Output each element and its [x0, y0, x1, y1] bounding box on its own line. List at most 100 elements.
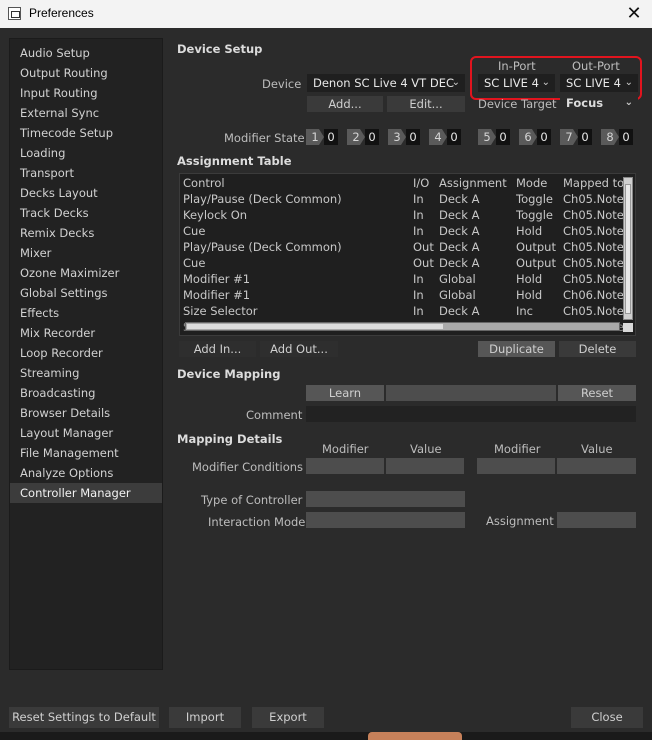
sidebar-item-decks-layout[interactable]: Decks Layout — [10, 183, 162, 203]
column-header-io[interactable]: I/O — [413, 175, 437, 191]
value-1-select[interactable] — [386, 458, 464, 474]
cell-assignment: Deck A — [439, 224, 480, 238]
cell-mode: Toggle — [516, 208, 553, 222]
device-dropdown[interactable]: Denon SC Live 4 VT DEC ⌄ — [307, 74, 465, 92]
type-of-controller-label: Type of Controller — [201, 493, 303, 507]
mapped-to-field[interactable] — [386, 385, 556, 401]
column-header-assignment[interactable]: Assignment — [439, 175, 514, 191]
modifier-header-2: Modifier — [494, 442, 541, 456]
horizontal-scrollbar[interactable] — [185, 322, 620, 331]
sidebar-item-loading[interactable]: Loading — [10, 143, 162, 163]
modifier-number: 2 — [347, 129, 365, 145]
sidebar-item-output-routing[interactable]: Output Routing — [10, 63, 162, 83]
sidebar-item-ozone-maximizer[interactable]: Ozone Maximizer — [10, 263, 162, 283]
interaction-mode-select[interactable] — [306, 512, 465, 528]
sidebar-item-global-settings[interactable]: Global Settings — [10, 283, 162, 303]
cell-mode: Output — [516, 256, 556, 270]
sidebar-item-remix-decks[interactable]: Remix Decks — [10, 223, 162, 243]
sidebar-item-mixer[interactable]: Mixer — [10, 243, 162, 263]
value-2-select[interactable] — [557, 458, 636, 474]
cell-io: In — [413, 304, 424, 318]
export-button[interactable]: Export — [252, 707, 324, 728]
modifier-2-select[interactable] — [477, 458, 555, 474]
window-icon — [8, 7, 21, 20]
sidebar-item-external-sync[interactable]: External Sync — [10, 103, 162, 123]
column-header-mapped-to[interactable]: Mapped to — [563, 175, 623, 191]
cell-mode: Hold — [516, 272, 543, 286]
chevron-down-icon: ⌄ — [624, 97, 633, 108]
sidebar-item-browser-details[interactable]: Browser Details — [10, 403, 162, 423]
sidebar-item-broadcasting[interactable]: Broadcasting — [10, 383, 162, 403]
import-button[interactable]: Import — [169, 707, 241, 728]
cell-control: Keylock On — [183, 208, 248, 222]
cell-control: Cue — [183, 256, 206, 270]
vertical-scrollbar[interactable] — [623, 177, 633, 320]
interaction-mode-label: Interaction Mode — [208, 515, 306, 529]
mapping-details-heading: Mapping Details — [177, 432, 283, 446]
assignment-table: Control I/O Assignment Mode Mapped to Play/Pa… — [179, 173, 636, 336]
sidebar-item-analyze-options[interactable]: Analyze Options — [10, 463, 162, 483]
edit-device-button[interactable]: Edit... — [387, 96, 465, 112]
type-of-controller-select[interactable] — [306, 491, 465, 507]
comment-field[interactable] — [306, 406, 636, 422]
cell-mode: Output — [516, 240, 556, 254]
modifier-value: 0 — [365, 129, 379, 145]
add-device-button[interactable]: Add... — [307, 96, 383, 112]
sidebar-item-streaming[interactable]: Streaming — [10, 363, 162, 383]
sidebar-item-input-routing[interactable]: Input Routing — [10, 83, 162, 103]
modifier-1-select[interactable] — [306, 458, 384, 474]
title-bar: Preferences ✕ — [0, 0, 652, 28]
value-header-2: Value — [581, 442, 613, 456]
modifier-number: 7 — [560, 129, 578, 145]
scrollbar-thumb[interactable] — [187, 324, 443, 329]
device-dropdown-value: Denon SC Live 4 VT DEC — [313, 76, 454, 90]
modifier-number: 1 — [306, 129, 324, 145]
close-icon[interactable]: ✕ — [616, 0, 652, 28]
learn-button[interactable]: Learn — [306, 385, 384, 401]
duplicate-button[interactable]: Duplicate — [478, 341, 555, 357]
cell-mapped-to: Ch05.Note — [563, 240, 623, 254]
cell-assignment: Global — [439, 288, 476, 302]
delete-button[interactable]: Delete — [559, 341, 636, 357]
cell-assignment: Deck A — [439, 256, 480, 270]
cell-mapped-to: Ch05.Note — [563, 272, 623, 286]
cell-io: In — [413, 288, 424, 302]
scrollbar-corner — [623, 323, 633, 332]
sidebar-item-file-management[interactable]: File Management — [10, 443, 162, 463]
background-strip — [0, 732, 652, 740]
cell-control: Size Selector — [183, 304, 258, 318]
sidebar-item-controller-manager[interactable]: Controller Manager — [10, 483, 162, 503]
reset-settings-button[interactable]: Reset Settings to Default — [9, 707, 159, 728]
sidebar-item-transport[interactable]: Transport — [10, 163, 162, 183]
reset-button[interactable]: Reset — [558, 385, 636, 401]
cell-control: Modifier #1 — [183, 288, 251, 302]
cell-mapped-to: Ch06.Note — [563, 288, 623, 302]
add-in-button[interactable]: Add In... — [179, 341, 256, 357]
cell-io: In — [413, 208, 424, 222]
background-decoration — [368, 732, 462, 740]
assignment-select[interactable] — [557, 512, 636, 528]
sidebar-item-timecode-setup[interactable]: Timecode Setup — [10, 123, 162, 143]
cell-io: Out — [413, 240, 434, 254]
modifier-value: 0 — [578, 129, 592, 145]
modifier-header-1: Modifier — [322, 442, 369, 456]
sidebar-item-loop-recorder[interactable]: Loop Recorder — [10, 343, 162, 363]
device-target-dropdown[interactable]: Focus ⌄ — [560, 94, 638, 112]
sidebar: Audio Setup Output Routing Input Routing Ex… — [9, 38, 163, 670]
device-setup-heading: Device Setup — [177, 42, 263, 56]
assignment-table-heading: Assignment Table — [177, 154, 292, 168]
column-header-mode[interactable]: Mode — [516, 175, 561, 191]
sidebar-item-effects[interactable]: Effects — [10, 303, 162, 323]
sidebar-item-layout-manager[interactable]: Layout Manager — [10, 423, 162, 443]
column-header-control[interactable]: Control — [183, 175, 411, 191]
sidebar-item-track-decks[interactable]: Track Decks — [10, 203, 162, 223]
close-button[interactable]: Close — [571, 707, 643, 728]
cell-mapped-to: Ch05.Note — [563, 208, 623, 222]
sidebar-item-audio-setup[interactable]: Audio Setup — [10, 43, 162, 63]
cell-assignment: Global — [439, 272, 476, 286]
add-out-button[interactable]: Add Out... — [260, 341, 338, 357]
cell-assignment: Deck A — [439, 208, 480, 222]
sidebar-item-mix-recorder[interactable]: Mix Recorder — [10, 323, 162, 343]
modifier-number: 6 — [519, 129, 537, 145]
device-target-value: Focus — [566, 96, 604, 110]
